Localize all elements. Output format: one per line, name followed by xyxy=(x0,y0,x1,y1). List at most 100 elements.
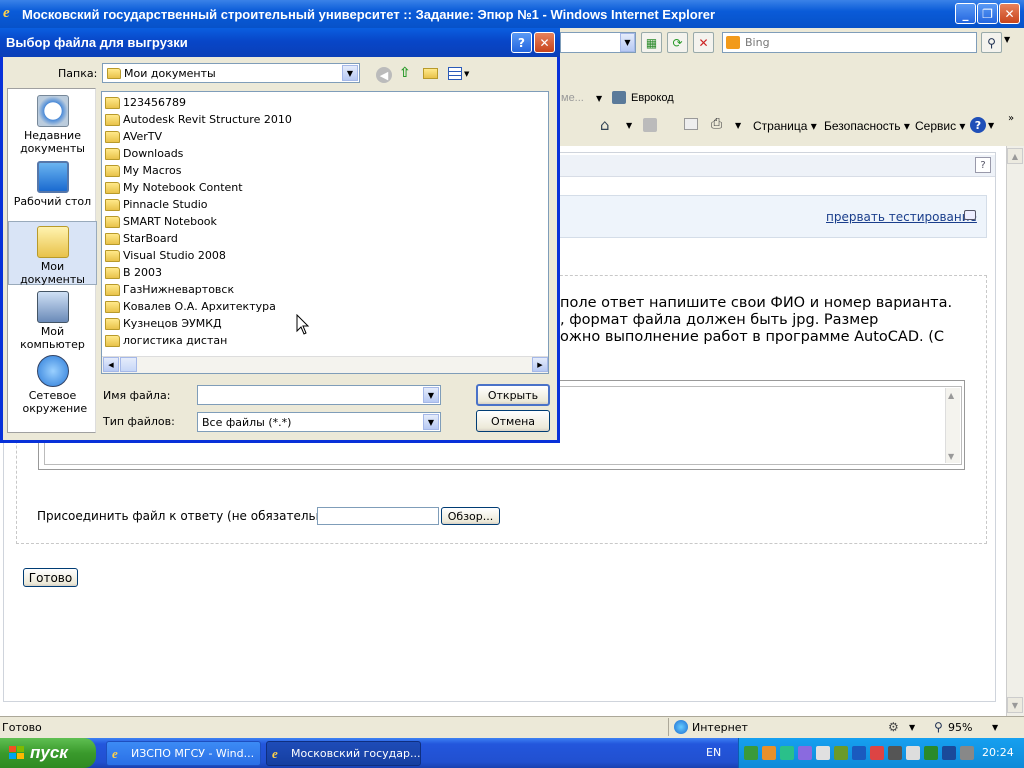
folder-combo[interactable]: Мои документы ▼ xyxy=(102,63,360,83)
hscroll-thumb[interactable] xyxy=(120,357,137,372)
protected-dropdown-icon[interactable]: ▼ xyxy=(909,723,915,732)
favorites-chevron-icon[interactable]: ▼ xyxy=(596,94,602,103)
security-menu[interactable]: Безопасность ▾ xyxy=(824,119,910,133)
list-item[interactable]: My Notebook Content xyxy=(105,179,243,196)
up-folder-icon[interactable]: ⇧ xyxy=(399,65,411,81)
stop-icon[interactable]: ✕ xyxy=(693,32,714,53)
list-item[interactable]: Кузнецов ЭУМКД xyxy=(105,315,222,332)
list-item[interactable]: Downloads xyxy=(105,145,183,162)
ie-logo-icon: e xyxy=(3,5,10,21)
cancel-test-link[interactable]: прервать тестирование xyxy=(826,210,977,224)
file-list[interactable]: 123456789 Autodesk Revit Structure 2010 … xyxy=(101,91,549,374)
maximize-button[interactable]: ❐ xyxy=(977,3,998,24)
zoom-icon[interactable]: ⚲ xyxy=(934,720,943,734)
home-dropdown-icon[interactable]: ▼ xyxy=(626,121,632,130)
page-menu[interactable]: Страница ▾ xyxy=(753,119,817,133)
compat-view-icon[interactable]: ▦ xyxy=(641,32,662,53)
search-go-icon[interactable]: ⚲ xyxy=(981,32,1002,53)
taskbar-task[interactable]: ИЗСПО МГСУ - Wind... xyxy=(106,741,261,766)
help-dropdown-icon[interactable]: ▼ xyxy=(988,121,994,130)
print-dropdown-icon[interactable]: ▼ xyxy=(735,121,741,130)
tray-icon[interactable] xyxy=(762,746,776,760)
back-icon[interactable]: ◀ xyxy=(376,67,392,83)
view-dropdown-icon[interactable]: ▼ xyxy=(464,70,469,78)
tray-icon[interactable] xyxy=(798,746,812,760)
refresh-icon[interactable]: ⟳ xyxy=(667,32,688,53)
new-folder-icon[interactable] xyxy=(423,68,438,79)
attach-file-input[interactable] xyxy=(317,507,439,525)
list-item[interactable]: StarBoard xyxy=(105,230,178,247)
cancel-button[interactable]: Отмена xyxy=(476,410,550,432)
tray-icon[interactable] xyxy=(744,746,758,760)
mail-icon[interactable] xyxy=(684,118,698,130)
protected-mode-icon[interactable]: ⚙ xyxy=(888,720,899,734)
print-icon[interactable]: ⎙ xyxy=(711,116,722,132)
place-recent[interactable]: Недавние документы xyxy=(8,95,97,155)
list-item[interactable]: 123456789 xyxy=(105,94,186,111)
tools-menu[interactable]: Сервис ▾ xyxy=(915,119,965,133)
ie-window-title: Московский государственный строительный … xyxy=(22,6,716,22)
internet-zone-icon xyxy=(674,720,688,734)
search-options-icon[interactable]: ▼ xyxy=(1004,35,1010,44)
browse-button[interactable]: Обзор... xyxy=(441,507,500,525)
list-item[interactable]: SMART Notebook xyxy=(105,213,217,230)
page-scrollbar[interactable] xyxy=(1006,146,1024,716)
view-menu-icon[interactable] xyxy=(448,67,462,80)
answer-scroll-down-icon[interactable]: ▼ xyxy=(948,452,954,461)
answer-scroll-up-icon[interactable]: ▲ xyxy=(948,391,954,400)
feeds-icon[interactable] xyxy=(643,118,657,132)
filetype-dropdown-icon[interactable]: ▼ xyxy=(423,414,439,430)
list-item[interactable]: Visual Studio 2008 xyxy=(105,247,226,264)
tray-icon[interactable] xyxy=(906,746,920,760)
file-list-hscrollbar[interactable] xyxy=(102,356,548,373)
place-network[interactable]: Сетевое окружение xyxy=(8,355,97,415)
place-mydocuments[interactable]: Мои документы xyxy=(8,221,97,286)
done-button[interactable]: Готово xyxy=(23,568,78,587)
tray-icon[interactable] xyxy=(924,746,938,760)
zoom-dropdown-icon[interactable]: ▼ xyxy=(992,723,998,732)
scroll-left-icon[interactable]: ◀ xyxy=(103,357,119,372)
list-item[interactable]: ГазНижневартовск xyxy=(105,281,234,298)
tray-icon[interactable] xyxy=(816,746,830,760)
language-indicator[interactable]: EN xyxy=(706,746,721,759)
dialog-help-button[interactable]: ? xyxy=(511,32,532,53)
tray-icon[interactable] xyxy=(960,746,974,760)
favorites-link-eurocode[interactable]: Еврокод xyxy=(631,92,674,104)
filetype-label: Тип файлов: xyxy=(103,415,175,428)
tray-icon[interactable] xyxy=(888,746,902,760)
list-item[interactable]: В 2003 xyxy=(105,264,162,281)
taskbar-task-active[interactable]: Московский государ... xyxy=(266,741,421,766)
filetype-combo[interactable]: Все файлы (*.*) ▼ xyxy=(197,412,441,432)
list-item[interactable]: логистика дистан xyxy=(105,332,227,349)
scroll-down-icon[interactable]: ▼ xyxy=(1007,697,1023,713)
dialog-close-button[interactable]: ✕ xyxy=(534,32,555,53)
scroll-up-icon[interactable]: ▲ xyxy=(1007,148,1023,164)
toolbar-overflow-icon[interactable]: » xyxy=(1008,113,1014,124)
home-icon[interactable]: ⌂ xyxy=(600,116,610,134)
filename-combo[interactable]: ▼ xyxy=(197,385,441,405)
minimize-button[interactable]: _ xyxy=(955,3,976,24)
list-item[interactable]: Pinnacle Studio xyxy=(105,196,208,213)
page-help-icon[interactable]: ? xyxy=(975,157,991,173)
zoom-level[interactable]: 95% xyxy=(948,721,972,734)
list-item[interactable]: AVerTV xyxy=(105,128,162,145)
help-icon[interactable]: ? xyxy=(970,117,986,133)
tray-icon[interactable] xyxy=(834,746,848,760)
tray-icon[interactable] xyxy=(852,746,866,760)
list-item[interactable]: Ковалев О.А. Архитектура xyxy=(105,298,276,315)
list-item[interactable]: Autodesk Revit Structure 2010 xyxy=(105,111,292,128)
search-input[interactable]: Bing xyxy=(722,32,977,53)
place-mycomputer[interactable]: Мой компьютер xyxy=(8,291,97,351)
filename-dropdown-icon[interactable]: ▼ xyxy=(423,387,439,403)
open-button[interactable]: Открыть xyxy=(476,384,550,406)
tray-icon[interactable] xyxy=(780,746,794,760)
tray-icon[interactable] xyxy=(942,746,956,760)
folder-dropdown-icon[interactable]: ▼ xyxy=(342,65,358,81)
favorites-truncated[interactable]: ме... xyxy=(561,92,584,104)
list-item[interactable]: My Macros xyxy=(105,162,182,179)
address-dropdown-icon[interactable]: ▼ xyxy=(620,33,635,52)
scroll-right-icon[interactable]: ▶ xyxy=(532,357,548,372)
close-window-button[interactable]: ✕ xyxy=(999,3,1020,24)
place-desktop[interactable]: Рабочий стол xyxy=(8,161,97,208)
tray-icon[interactable] xyxy=(870,746,884,760)
